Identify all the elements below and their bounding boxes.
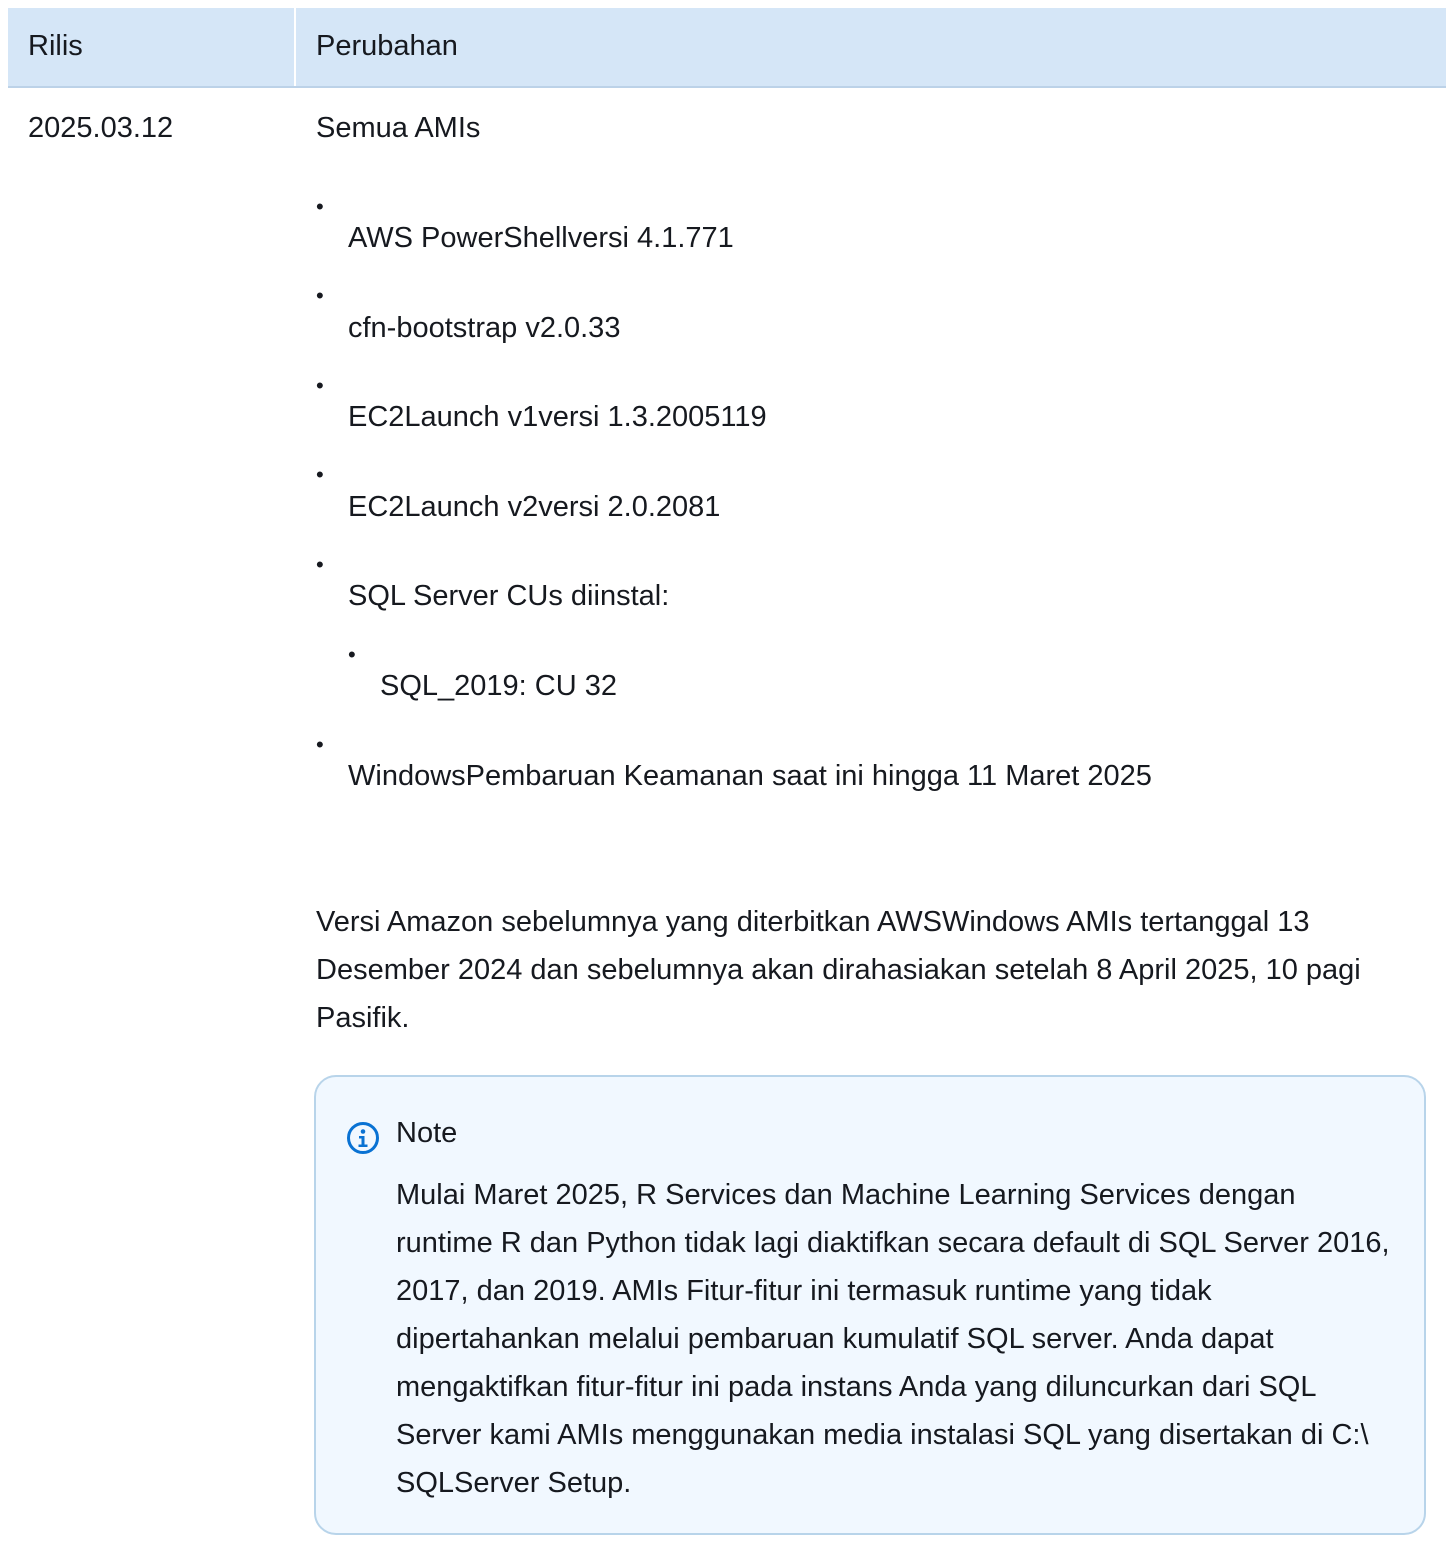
bullet-dot: • bbox=[316, 732, 324, 757]
bullet-dot: • bbox=[316, 462, 324, 487]
list-item: WindowsPembaruan Keamanan saat ini hingg… bbox=[348, 760, 1152, 792]
list-item: SQL Server CUs diinstal: bbox=[348, 580, 670, 612]
header-release: Rilis bbox=[28, 30, 83, 62]
bullet-dot: • bbox=[348, 642, 356, 667]
list-item: EC2Launch v1versi 1.3.2005119 bbox=[348, 401, 767, 433]
bullet-dot: • bbox=[316, 283, 324, 308]
sub-list-item: SQL_2019: CU 32 bbox=[380, 670, 617, 702]
note-callout: Note Mulai Maret 2025, R Services dan Ma… bbox=[314, 1075, 1426, 1535]
bullet-dot: • bbox=[316, 373, 324, 398]
info-icon bbox=[347, 1122, 379, 1154]
note-body: Mulai Maret 2025, R Services dan Machine… bbox=[396, 1179, 1390, 1499]
bullet-dot: • bbox=[316, 194, 324, 219]
release-notes-table: Rilis Perubahan 2025.03.12 Semua AMIs • … bbox=[8, 8, 1446, 1543]
deprecation-paragraph: Versi Amazon sebelumnya yang diterbitkan… bbox=[316, 906, 1361, 1034]
list-item: AWS PowerShellversi 4.1.771 bbox=[348, 222, 734, 254]
table-header-row: Rilis Perubahan bbox=[8, 8, 1446, 88]
list-item: cfn-bootstrap v2.0.33 bbox=[348, 312, 621, 344]
release-version-cell: 2025.03.12 bbox=[28, 112, 174, 144]
note-title: Note bbox=[396, 1117, 458, 1149]
bullet-dot: • bbox=[316, 552, 324, 577]
list-item: EC2Launch v2versi 2.0.2081 bbox=[348, 491, 721, 523]
header-changes: Perubahan bbox=[316, 30, 458, 62]
section-title: Semua AMIs bbox=[316, 112, 481, 144]
header-column-divider bbox=[294, 8, 296, 86]
